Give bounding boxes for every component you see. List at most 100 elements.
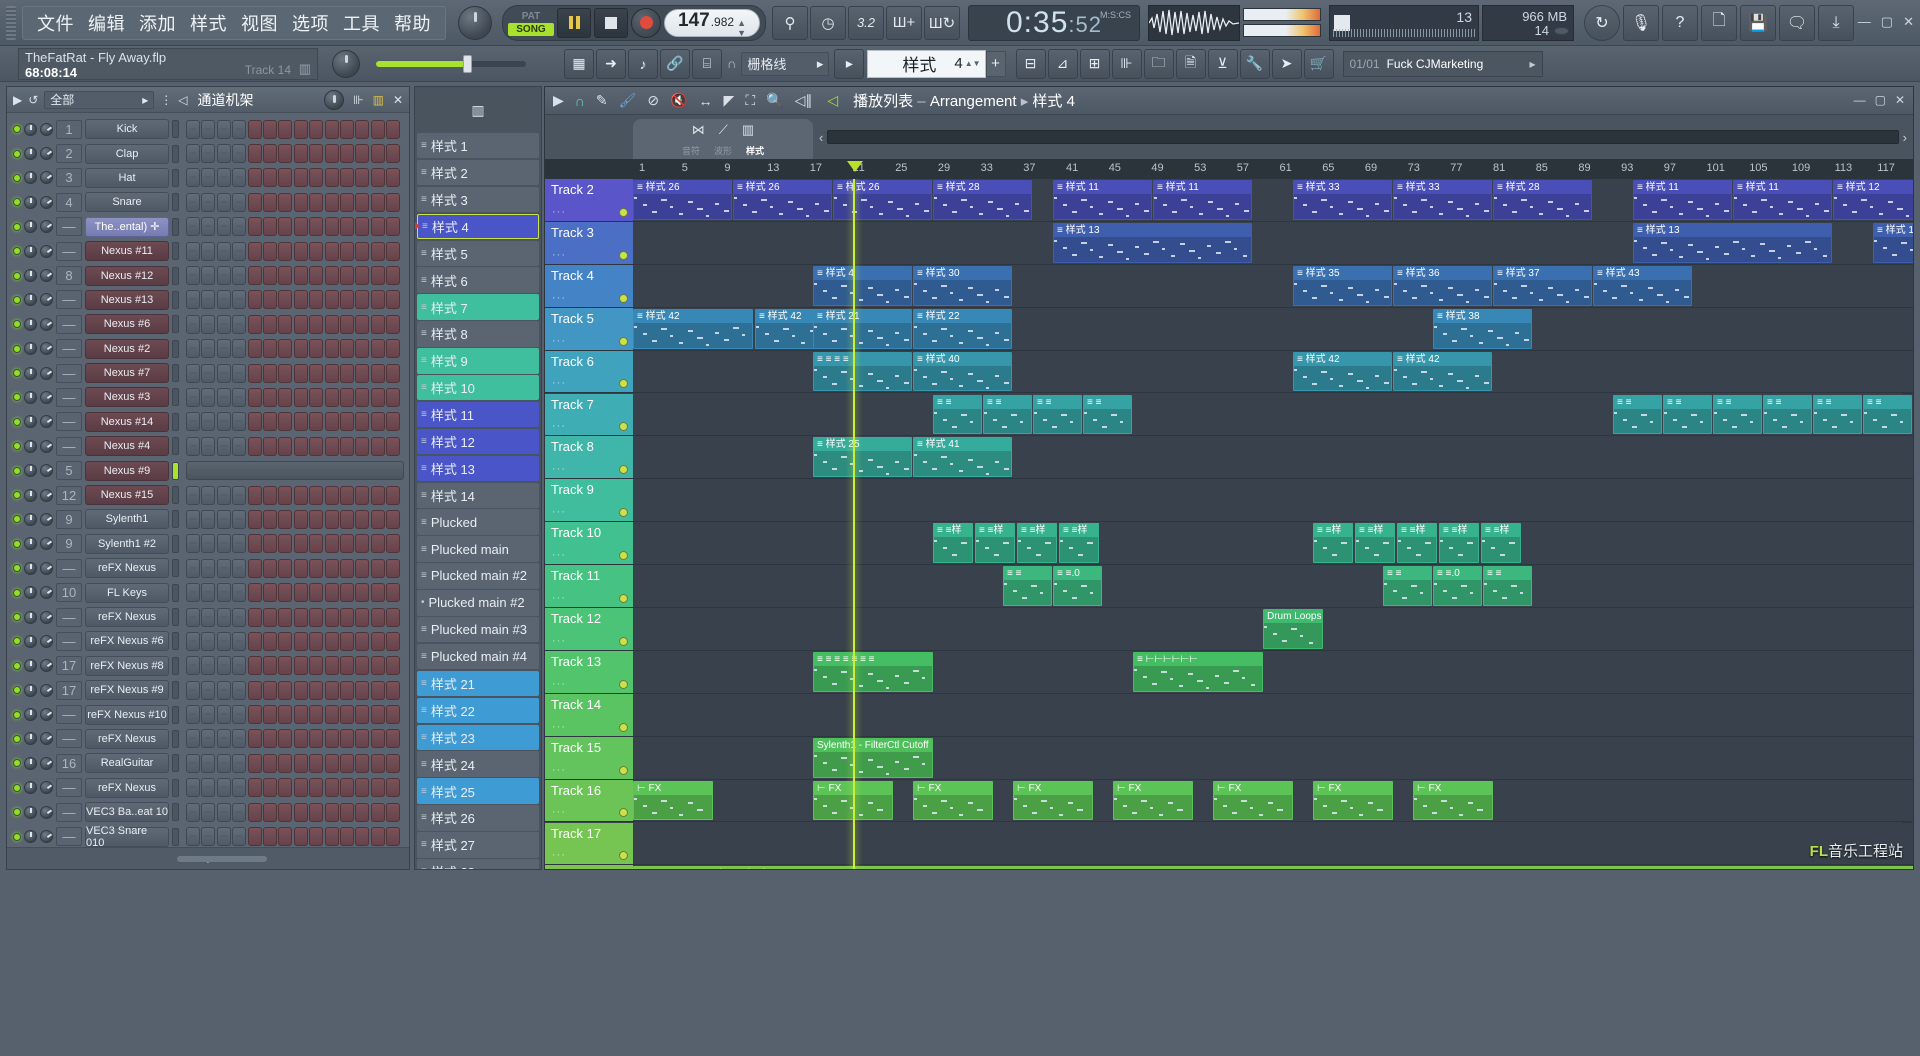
step-button[interactable]: [386, 241, 401, 261]
pattern-item[interactable]: ≡ 样式 26: [417, 805, 539, 831]
step-button[interactable]: [186, 192, 200, 212]
step-button[interactable]: [216, 680, 231, 700]
new-file-icon[interactable]: 🗋: [1701, 4, 1737, 41]
step-button[interactable]: [339, 485, 354, 505]
step-button[interactable]: [201, 485, 216, 505]
mode-tab-音符[interactable]: 音符: [682, 144, 700, 157]
channel-row[interactable]: 2 Clap: [7, 141, 409, 165]
playlist-clip[interactable]: ≡ 样式 26: [633, 180, 732, 220]
channel-name-button[interactable]: Nexus #6: [85, 314, 169, 335]
step-button[interactable]: [339, 436, 354, 456]
step-button[interactable]: [201, 656, 216, 676]
step-button[interactable]: [386, 607, 401, 627]
channel-filter-dropdown[interactable]: 全部 ▸: [44, 90, 155, 109]
step-button[interactable]: [232, 387, 247, 407]
minimize-icon[interactable]: —: [1858, 14, 1871, 30]
step-button[interactable]: [324, 509, 339, 529]
channel-name-button[interactable]: reFX Nexus #6: [85, 631, 169, 652]
magnet-icon[interactable]: ∩: [575, 93, 585, 109]
step-button[interactable]: [370, 339, 385, 359]
channel-mixer-number[interactable]: —: [56, 339, 82, 359]
step-button[interactable]: [293, 119, 308, 139]
volume-knob[interactable]: [40, 683, 53, 697]
step-button[interactable]: [232, 705, 247, 725]
channel-led[interactable]: [13, 564, 21, 573]
step-button[interactable]: [386, 729, 401, 749]
playlist-ruler[interactable]: 1 5 9 13 17 21 25 29 33 37 41 45 49 53 57 61 65 69 73 77 81 8…: [545, 159, 1913, 179]
channel-led[interactable]: [13, 710, 21, 719]
channel-name-button[interactable]: Sylenth1: [85, 509, 169, 530]
step-button[interactable]: [186, 168, 200, 188]
track-led[interactable]: [619, 336, 628, 346]
step-button[interactable]: [201, 217, 216, 237]
track-header[interactable]: Track 7 ···: [545, 393, 633, 437]
step-button[interactable]: [386, 705, 401, 725]
step-button[interactable]: [293, 363, 308, 383]
step-button[interactable]: [386, 656, 401, 676]
scroll-right-icon[interactable]: ›: [1903, 130, 1907, 145]
step-button[interactable]: [386, 753, 401, 773]
step-button[interactable]: [186, 827, 200, 847]
step-button[interactable]: [309, 168, 324, 188]
channel-led[interactable]: [13, 588, 21, 597]
step-edit-icon[interactable]: Ш+: [886, 5, 922, 40]
pattern-item[interactable]: ≡ 样式 10: [417, 375, 539, 401]
channel-led[interactable]: [13, 125, 21, 134]
step-button[interactable]: [386, 266, 401, 286]
step-button[interactable]: [201, 827, 216, 847]
pattern-song-toggle[interactable]: PAT SONG: [508, 8, 554, 38]
pattern-item[interactable]: ≡ 样式 28: [417, 859, 539, 869]
countdown-icon[interactable]: 3.2: [848, 5, 884, 40]
step-button[interactable]: [201, 631, 216, 651]
playlist-clip[interactable]: ≡ 样式 40: [913, 351, 1012, 392]
volume-knob[interactable]: [40, 171, 53, 185]
track-header[interactable]: Track 5 ···: [545, 307, 633, 351]
playlist-clip[interactable]: ≡ ≡: [1813, 394, 1862, 435]
playlist-clip[interactable]: ≡ ≡.0: [1433, 566, 1482, 606]
pattern-item[interactable]: ≡ Plucked main: [417, 536, 539, 562]
channel-row[interactable]: — reFX Nexus: [7, 556, 409, 580]
step-button[interactable]: [309, 119, 324, 139]
channel-mixer-number[interactable]: 4: [56, 192, 82, 212]
volume-knob[interactable]: [40, 390, 53, 404]
step-button[interactable]: [216, 144, 231, 164]
step-button[interactable]: [370, 509, 385, 529]
pan-knob[interactable]: [24, 439, 37, 453]
step-button[interactable]: [278, 583, 293, 603]
channel-name-button[interactable]: Nexus #13: [85, 289, 169, 310]
step-button[interactable]: [370, 631, 385, 651]
pan-knob[interactable]: [24, 366, 37, 380]
step-button[interactable]: [370, 583, 385, 603]
step-button[interactable]: [247, 607, 262, 627]
pattern-selector[interactable]: 样式 4 ▲▼: [867, 49, 986, 78]
step-button[interactable]: [262, 534, 277, 554]
step-button[interactable]: [262, 363, 277, 383]
track-header[interactable]: Track 10 ···: [545, 522, 633, 566]
step-button[interactable]: [186, 558, 200, 578]
step-button[interactable]: [355, 705, 370, 725]
step-button[interactable]: [247, 778, 262, 798]
step-button[interactable]: [370, 436, 385, 456]
channel-row[interactable]: — Nexus #11: [7, 239, 409, 263]
step-button[interactable]: [262, 314, 277, 334]
step-button[interactable]: [232, 509, 247, 529]
track-led[interactable]: [619, 508, 628, 518]
step-button[interactable]: [370, 729, 385, 749]
playlist-clip[interactable]: Drum Loops: [1263, 609, 1323, 649]
channel-row[interactable]: — VEC3 Snare 010: [7, 824, 409, 847]
mode-tab-样式[interactable]: 样式: [746, 144, 764, 157]
step-button[interactable]: [232, 119, 247, 139]
step-button[interactable]: [247, 168, 262, 188]
step-button[interactable]: [186, 705, 200, 725]
stop-button[interactable]: [594, 7, 628, 38]
automation-clip-icon[interactable]: ⟋: [719, 122, 728, 138]
step-button[interactable]: [201, 168, 216, 188]
microphone-icon[interactable]: 🎙: [1623, 4, 1659, 41]
step-button[interactable]: [278, 119, 293, 139]
step-button[interactable]: [355, 144, 370, 164]
playlist-clip[interactable]: ≡ ≡样: [1017, 523, 1057, 564]
download-icon[interactable]: ⤓: [1818, 4, 1854, 41]
step-button[interactable]: [278, 144, 293, 164]
pattern-item[interactable]: ≡ 样式 23: [417, 724, 539, 750]
volume-knob[interactable]: [40, 366, 53, 380]
